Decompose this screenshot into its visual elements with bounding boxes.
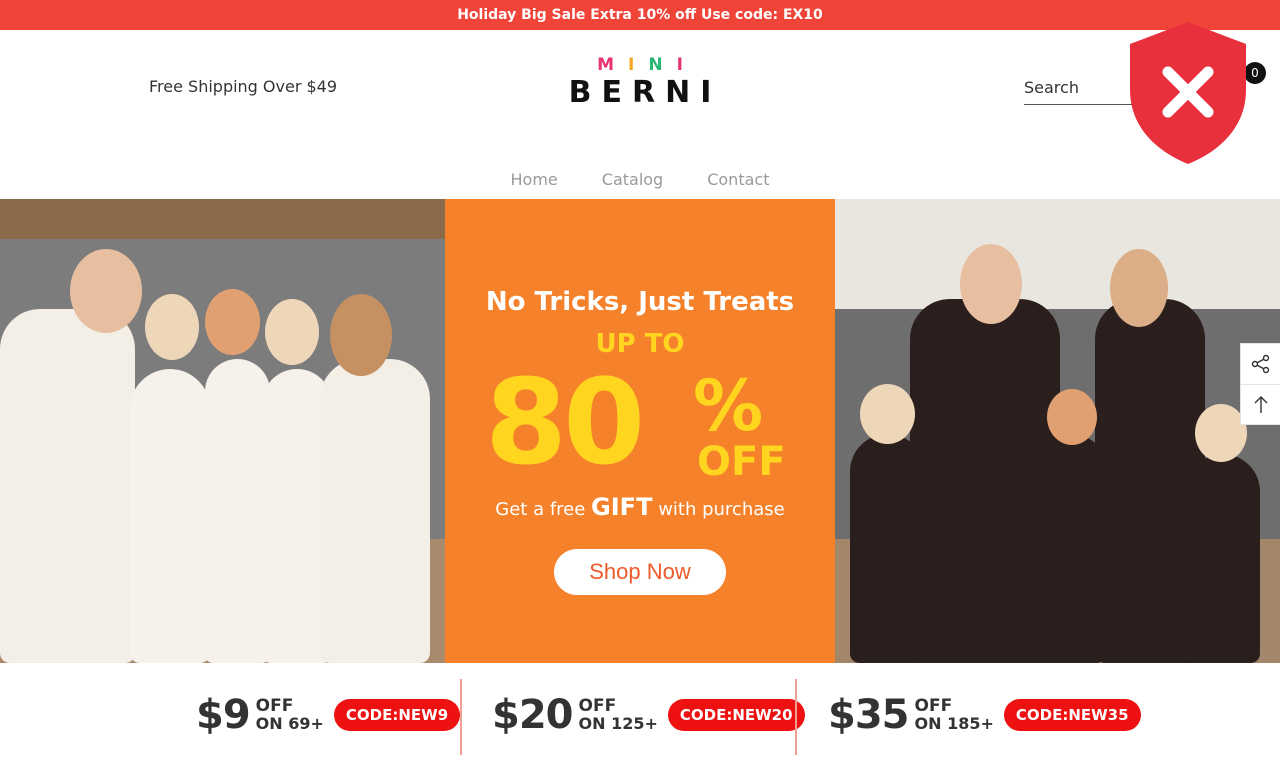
coupon-item[interactable]: $9 OFF ON 69+ CODE:NEW9 [196, 691, 461, 739]
announcement-text: Holiday Big Sale Extra 10% off Use code:… [457, 7, 823, 23]
coupon-divider [795, 679, 797, 755]
promo-gift-line: Get a free GIFT with purchase [495, 493, 785, 521]
floating-tools [1240, 343, 1280, 425]
coupon-strip: $9 OFF ON 69+ CODE:NEW9 $20 OFF ON 125+ CO… [0, 663, 1280, 768]
shop-now-button[interactable]: Shop Now [554, 549, 726, 595]
family-photo-left [0, 199, 445, 663]
coupon-divider [460, 679, 462, 755]
coupon-code: CODE:NEW20 [667, 699, 805, 731]
nav-contact[interactable]: Contact [707, 170, 769, 189]
arrow-up-icon[interactable] [1241, 384, 1280, 424]
nav-home[interactable]: Home [511, 170, 558, 189]
site-logo[interactable]: MINI BERNI [556, 55, 724, 115]
coupon-code: CODE:NEW35 [1003, 699, 1141, 731]
hero-banner[interactable]: No Tricks, Just Treats UP TO 80 % OFF Ge… [0, 199, 1280, 663]
logo-top: MINI [597, 55, 697, 75]
coupon-item[interactable]: $35 OFF ON 185+ CODE:NEW35 [828, 691, 1141, 739]
share-icon[interactable] [1241, 344, 1280, 384]
shield-x-icon[interactable] [1126, 20, 1250, 166]
nav-catalog[interactable]: Catalog [602, 170, 663, 189]
free-shipping-text: Free Shipping Over $49 [149, 77, 338, 96]
announcement-bar[interactable]: Holiday Big Sale Extra 10% off Use code:… [0, 0, 1280, 30]
site-header: Free Shipping Over $49 MINI BERNI Search… [0, 22, 1280, 198]
promo-percent-sign: % [693, 365, 764, 447]
promo-off: OFF [697, 439, 786, 485]
main-nav: Home Catalog Contact [0, 170, 1280, 189]
family-photo-right [835, 199, 1280, 663]
coupon-code: CODE:NEW9 [333, 699, 461, 731]
promo-percent-number: 80 [485, 353, 645, 491]
coupon-item[interactable]: $20 OFF ON 125+ CODE:NEW20 [492, 691, 805, 739]
promo-panel: No Tricks, Just Treats UP TO 80 % OFF Ge… [445, 199, 835, 663]
promo-headline: No Tricks, Just Treats [485, 287, 795, 317]
logo-main-text: BERNI [568, 75, 722, 110]
